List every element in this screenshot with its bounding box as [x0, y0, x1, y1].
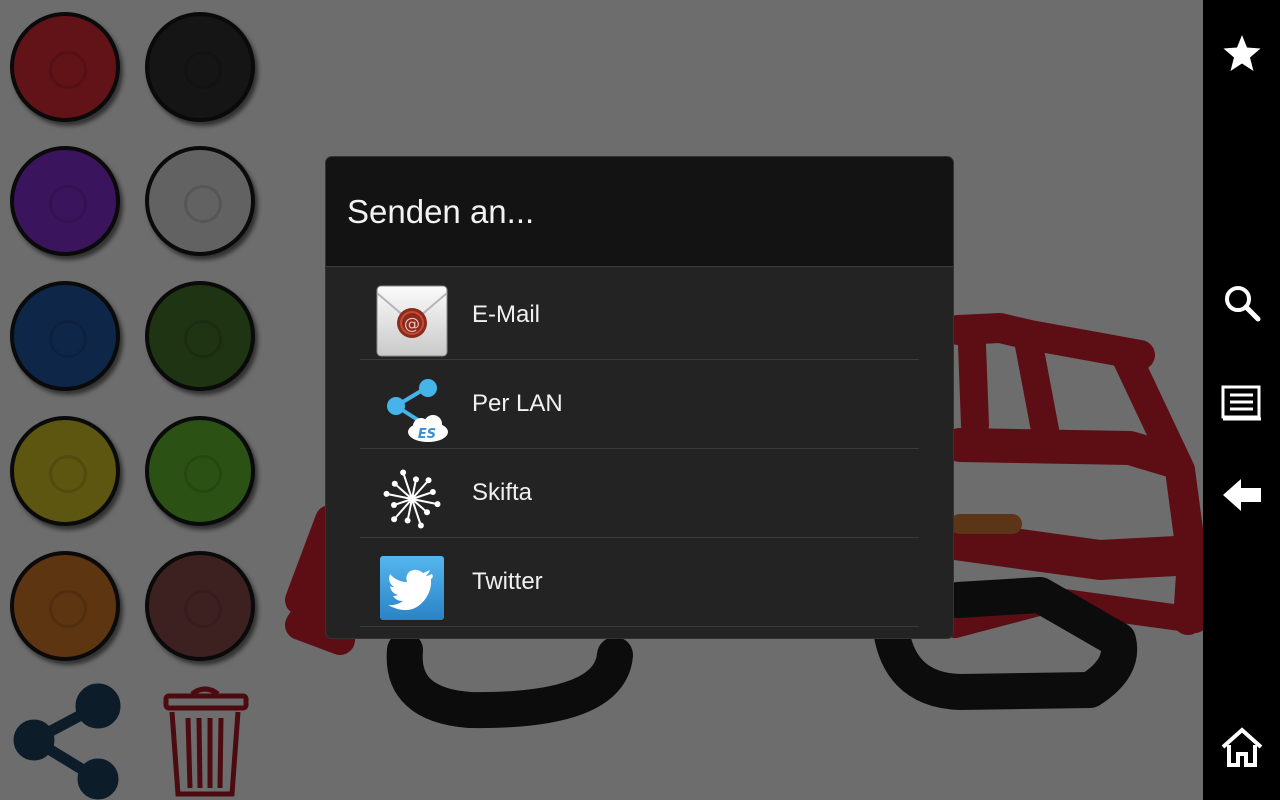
swatch-center [184, 455, 222, 493]
back-button[interactable] [1217, 470, 1267, 520]
color-swatch-yellow[interactable] [10, 416, 120, 526]
color-swatch-orange[interactable] [10, 551, 120, 661]
es-lan-share-icon: ES [387, 379, 448, 442]
swatch-center [49, 51, 87, 89]
share-button[interactable] [12, 682, 124, 800]
color-swatch-dark-green[interactable] [145, 281, 255, 391]
swatch-center [49, 590, 87, 628]
swatch-center [49, 320, 87, 358]
favorites-button[interactable] [1217, 28, 1267, 78]
color-swatch-red[interactable] [10, 12, 120, 122]
share-option-twitter[interactable]: Twitter [360, 538, 919, 627]
color-swatch-gray[interactable] [145, 146, 255, 256]
drawing-red-pillar-1 [958, 331, 989, 439]
share-option-label: Skifta [472, 479, 533, 506]
star-icon [1223, 35, 1261, 71]
svg-text:ES: ES [418, 427, 436, 442]
system-sidebar [1203, 0, 1280, 800]
share-option-label: Per LAN [472, 390, 563, 417]
drawing-red-lower [935, 520, 1203, 580]
color-swatch-purple[interactable] [10, 146, 120, 256]
menu-button[interactable] [1217, 378, 1267, 428]
swatch-center [184, 590, 222, 628]
swatch-center [184, 320, 222, 358]
share-dialog: Senden an... @ E-Mail ES Per LAN Skifta [326, 157, 953, 638]
share-option-skifta[interactable]: Skifta [360, 449, 919, 538]
swatch-center [49, 185, 87, 223]
svg-text:@: @ [404, 314, 420, 333]
swatch-center [184, 185, 222, 223]
color-swatch-blue[interactable] [10, 281, 120, 391]
home-icon [1221, 727, 1263, 767]
dialog-header: Senden an... [326, 157, 953, 267]
share-option-lan[interactable]: ES Per LAN [360, 360, 919, 449]
search-button[interactable] [1217, 278, 1267, 328]
drawing-red-pillar-3 [1113, 345, 1203, 635]
share-option-label: Twitter [472, 568, 543, 595]
dialog-title: Senden an... [347, 193, 535, 230]
clear-canvas-button[interactable] [158, 682, 252, 800]
skifta-icon [383, 469, 441, 529]
share-option-label: E-Mail [472, 301, 541, 328]
color-swatch-brown[interactable] [145, 551, 255, 661]
share-icon [13, 683, 121, 800]
home-button[interactable] [1217, 722, 1267, 772]
drawing-red-pillar-2 [1014, 326, 1059, 444]
color-swatch-black[interactable] [145, 12, 255, 122]
email-icon: @ [376, 285, 448, 357]
back-icon [1223, 479, 1261, 511]
swatch-center [184, 51, 222, 89]
twitter-icon [380, 556, 444, 620]
drawing-red-belt [943, 428, 1187, 477]
color-swatch-green[interactable] [145, 416, 255, 526]
search-icon [1225, 286, 1261, 322]
swatch-center [49, 455, 87, 493]
menu-icon [1221, 385, 1261, 421]
share-option-email[interactable]: @ E-Mail [360, 271, 919, 360]
drawing-wheel-left [386, 632, 633, 729]
trash-icon [163, 686, 249, 797]
